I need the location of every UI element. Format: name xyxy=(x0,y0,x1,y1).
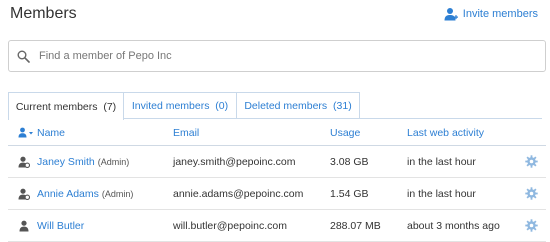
search-box[interactable] xyxy=(8,40,546,72)
members-table: Name Email Usage Last web activity Janey… xyxy=(8,120,546,242)
column-header-name[interactable]: Name xyxy=(37,120,65,145)
member-last-activity: in the last hour xyxy=(407,155,476,168)
member-email: janey.smith@pepoinc.com xyxy=(173,155,296,168)
member-name-link[interactable]: Annie Adams xyxy=(37,188,99,200)
search-icon xyxy=(17,50,30,63)
user-admin-icon xyxy=(18,156,30,168)
member-settings-button[interactable] xyxy=(525,178,538,209)
sort-by-role-button[interactable] xyxy=(18,120,34,145)
tab-deleted-members[interactable]: Deleted members (31) xyxy=(236,92,360,118)
member-name-cell: Janey Smith (Admin) xyxy=(37,146,129,177)
role-cell xyxy=(18,210,30,241)
member-usage: 3.08 GB xyxy=(330,155,369,168)
tab-current-members[interactable]: Current members (7) xyxy=(8,92,124,120)
gear-icon xyxy=(525,187,538,200)
member-name-link[interactable]: Janey Smith xyxy=(37,156,95,168)
add-user-icon xyxy=(444,8,458,21)
table-row[interactable]: Janey Smith (Admin) janey.smith@pepoinc.… xyxy=(8,146,546,178)
user-icon xyxy=(19,220,29,231)
table-header: Name Email Usage Last web activity xyxy=(8,120,546,146)
role-cell xyxy=(18,178,30,209)
page-title: Members xyxy=(10,5,77,22)
member-role: (Admin) xyxy=(97,156,130,167)
member-settings-button[interactable] xyxy=(525,146,538,177)
member-name-cell: Annie Adams (Admin) xyxy=(37,178,133,209)
member-last-activity: about 3 months ago xyxy=(407,219,500,232)
member-usage: 1.54 GB xyxy=(330,187,369,200)
member-last-activity: in the last hour xyxy=(407,187,476,200)
member-name-link[interactable]: Will Butler xyxy=(37,220,84,232)
user-admin-icon xyxy=(18,188,30,200)
member-email: will.butler@pepoinc.com xyxy=(173,219,287,232)
member-name-cell: Will Butler xyxy=(37,210,87,241)
table-row[interactable]: Will Butler will.butler@pepoinc.com 288.… xyxy=(8,210,546,242)
tab-deleted-members-label: Deleted members (31) xyxy=(244,99,352,112)
member-role: (Admin) xyxy=(101,188,134,199)
role-cell xyxy=(18,146,30,177)
member-email: annie.adams@pepoinc.com xyxy=(173,187,304,200)
tab-current-members-label: Current members (7) xyxy=(15,100,117,113)
member-usage: 288.07 MB xyxy=(330,219,381,232)
invite-members-label: Invite members xyxy=(462,8,538,20)
gear-icon xyxy=(525,219,538,232)
column-header-usage[interactable]: Usage xyxy=(330,120,360,145)
column-header-activity[interactable]: Last web activity xyxy=(407,120,484,145)
member-settings-button[interactable] xyxy=(525,210,538,241)
search-input[interactable] xyxy=(37,49,521,63)
table-row[interactable]: Annie Adams (Admin) annie.adams@pepoinc.… xyxy=(8,178,546,210)
gear-icon xyxy=(525,155,538,168)
column-header-email[interactable]: Email xyxy=(173,120,199,145)
tab-invited-members[interactable]: Invited members (0) xyxy=(123,92,237,118)
tab-invited-members-label: Invited members (0) xyxy=(131,99,229,112)
member-tabs: Current members (7) Invited members (0) … xyxy=(8,92,360,120)
invite-members-button[interactable]: Invite members xyxy=(444,7,538,21)
user-sort-icon xyxy=(18,127,33,138)
